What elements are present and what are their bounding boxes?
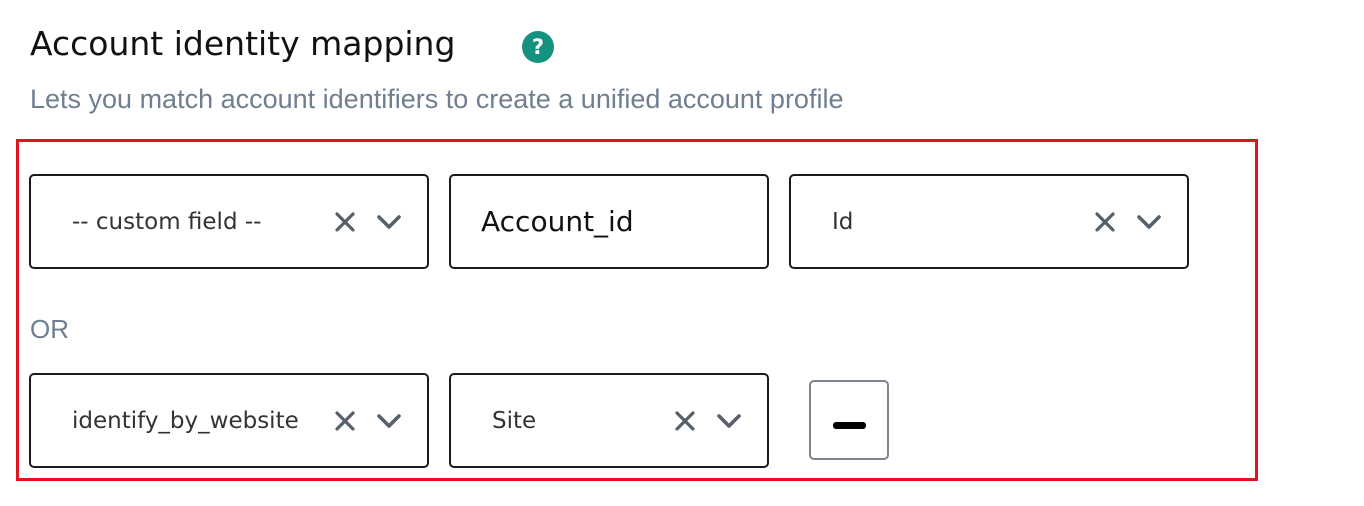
remove-rule-button[interactable] [809, 380, 889, 460]
rule1-field-select-value: -- custom field -- [72, 208, 262, 235]
rule1-target-select-value: Id [832, 208, 854, 235]
rule1-field-select[interactable]: -- custom field -- [29, 174, 429, 269]
chevron-down-icon[interactable] [1135, 176, 1163, 267]
rule1-field-input-value: Account_id [481, 205, 634, 238]
rule1-target-select[interactable]: Id [789, 174, 1189, 269]
chevron-down-icon[interactable] [375, 375, 403, 466]
help-icon[interactable]: ? [522, 31, 554, 63]
close-icon[interactable] [1093, 176, 1117, 267]
minus-icon [833, 422, 866, 429]
rule2-target-select[interactable]: Site [449, 373, 769, 468]
account-identity-mapping-panel: Account identity mapping ? Lets you matc… [0, 0, 1364, 506]
close-icon[interactable] [673, 375, 697, 466]
section-subtitle: Lets you match account identifiers to cr… [30, 84, 844, 114]
chevron-down-icon[interactable] [375, 176, 403, 267]
rule2-target-select-value: Site [492, 407, 537, 434]
chevron-down-icon[interactable] [715, 375, 743, 466]
rule1-field-input[interactable]: Account_id [449, 174, 769, 269]
close-icon[interactable] [333, 375, 357, 466]
close-icon[interactable] [333, 176, 357, 267]
rule2-field-select-value: identify_by_website [72, 407, 299, 434]
section-title: Account identity mapping [30, 24, 456, 63]
or-separator: OR [30, 314, 69, 344]
rule2-field-select[interactable]: identify_by_website [29, 373, 429, 468]
